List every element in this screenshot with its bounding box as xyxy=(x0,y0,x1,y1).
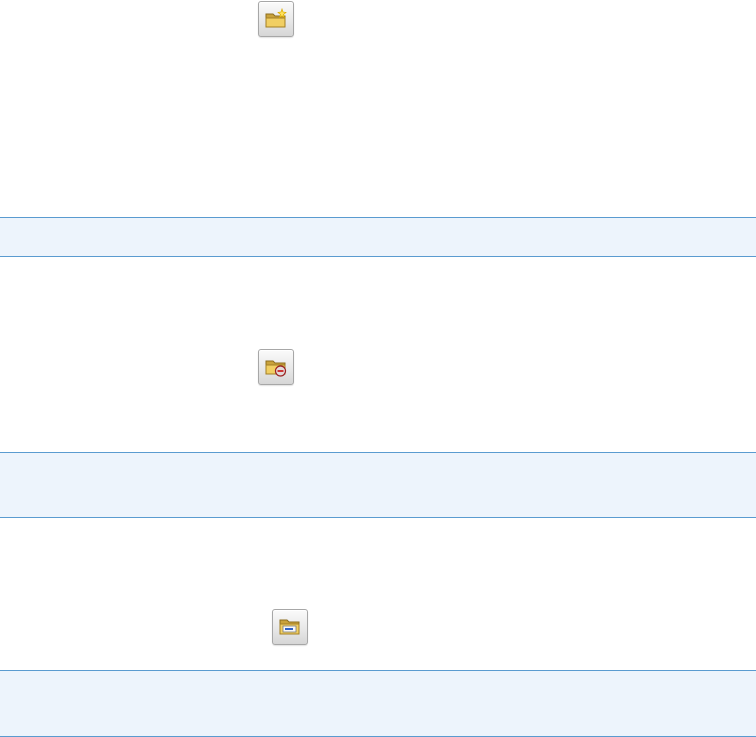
separator-band-3 xyxy=(0,670,756,737)
separator-band-1 xyxy=(0,217,756,257)
folder-properties-button[interactable] xyxy=(272,609,308,645)
separator-band-2 xyxy=(0,452,756,518)
new-folder-button[interactable] xyxy=(258,1,294,37)
folder-card-icon xyxy=(278,616,302,638)
remove-folder-icon xyxy=(264,356,288,378)
remove-folder-button[interactable] xyxy=(258,349,294,385)
new-folder-icon xyxy=(264,8,288,30)
